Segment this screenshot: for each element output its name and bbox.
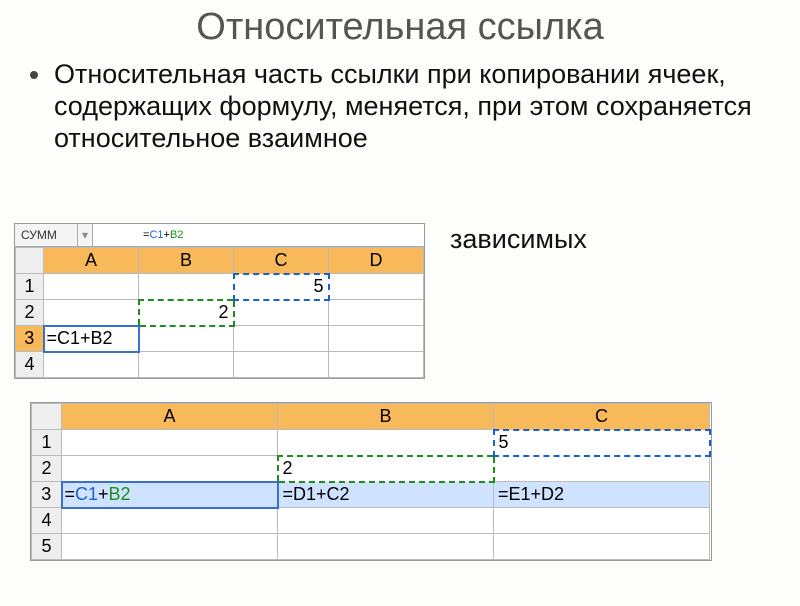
row-header-4[interactable]: 4 — [16, 352, 44, 378]
a3-plus: + — [98, 484, 109, 504]
cell-b2[interactable]: 2 — [139, 300, 234, 326]
col-header-a[interactable]: A — [44, 248, 139, 274]
row-header-4b[interactable]: 4 — [32, 508, 62, 534]
select-all-corner[interactable] — [16, 248, 44, 274]
cell2-c4[interactable] — [494, 508, 710, 534]
formula-ref-b2: B2 — [170, 229, 183, 241]
select-all-corner-2[interactable] — [32, 404, 62, 430]
spreadsheet-1: СУММ ▾ =C1+B2 A B C D 1 5 2 2 3 — [14, 223, 425, 379]
cell-c4[interactable] — [234, 352, 329, 378]
cell-d4[interactable] — [329, 352, 424, 378]
a3-ref1: C1 — [75, 484, 98, 504]
cell-d2[interactable] — [329, 300, 424, 326]
cell2-a4[interactable] — [62, 508, 278, 534]
row-header-5b[interactable]: 5 — [32, 534, 62, 560]
grid-2: A B C 1 5 2 2 3 =C1+B2 =D1+C2 =E1+D2 4 — [31, 403, 711, 560]
cell-a4[interactable] — [44, 352, 139, 378]
cell2-b4[interactable] — [278, 508, 494, 534]
cell2-a3[interactable]: =C1+B2 — [62, 482, 278, 508]
cell2-c5[interactable] — [494, 534, 710, 560]
dropdown-icon[interactable]: ▾ — [78, 224, 93, 246]
col-header-d[interactable]: D — [329, 248, 424, 274]
cell-c3[interactable] — [234, 326, 329, 352]
formula-bar: СУММ ▾ =C1+B2 — [15, 224, 424, 247]
cell2-b5[interactable] — [278, 534, 494, 560]
cell-a1[interactable] — [44, 274, 139, 300]
cell-b1[interactable] — [139, 274, 234, 300]
cell-c2[interactable] — [234, 300, 329, 326]
row-header-1b[interactable]: 1 — [32, 430, 62, 456]
cell-d3[interactable] — [329, 326, 424, 352]
col-header-b-2[interactable]: B — [278, 404, 494, 430]
formula-input[interactable]: =C1+B2 — [93, 229, 183, 241]
cell2-b3[interactable]: =D1+C2 — [278, 482, 494, 508]
cell2-a5[interactable] — [62, 534, 278, 560]
cell2-b1[interactable] — [278, 430, 494, 456]
spreadsheet-2: A B C 1 5 2 2 3 =C1+B2 =D1+C2 =E1+D2 4 — [30, 402, 712, 561]
name-box[interactable]: СУММ — [15, 224, 78, 246]
cell2-b2[interactable]: 2 — [278, 456, 494, 482]
cell-b4[interactable] — [139, 352, 234, 378]
formula-ref-c1: C1 — [149, 229, 163, 241]
cell-c1[interactable]: 5 — [234, 274, 329, 300]
col-header-c[interactable]: C — [234, 248, 329, 274]
col-header-a-2[interactable]: A — [62, 404, 278, 430]
cell-a3[interactable]: =C1+B2 — [44, 326, 139, 352]
a3-ref2: B2 — [109, 484, 131, 504]
col-header-b[interactable]: B — [139, 248, 234, 274]
row-header-1[interactable]: 1 — [16, 274, 44, 300]
row-header-2b[interactable]: 2 — [32, 456, 62, 482]
a3-eq: = — [65, 484, 76, 504]
cell2-a2[interactable] — [62, 456, 278, 482]
row-header-3b[interactable]: 3 — [32, 482, 62, 508]
cell2-c3[interactable]: =E1+D2 — [494, 482, 710, 508]
cell-d1[interactable] — [329, 274, 424, 300]
col-header-c-2[interactable]: C — [494, 404, 710, 430]
slide-title: Относительная ссылка — [0, 6, 800, 49]
body-text-content: Относительная часть ссылки при копирован… — [54, 59, 752, 153]
cell-b3[interactable] — [139, 326, 234, 352]
trailing-text: зависимых — [450, 224, 587, 255]
body-paragraph: Относительная часть ссылки при копирован… — [54, 59, 780, 155]
cell2-c2[interactable] — [494, 456, 710, 482]
cell2-a1[interactable] — [62, 430, 278, 456]
row-header-3[interactable]: 3 — [16, 326, 44, 352]
cell-a2[interactable] — [44, 300, 139, 326]
bullet-icon — [30, 71, 38, 79]
grid-1: A B C D 1 5 2 2 3 =C1+B2 4 — [15, 247, 424, 378]
cell2-c1[interactable]: 5 — [494, 430, 710, 456]
row-header-2[interactable]: 2 — [16, 300, 44, 326]
